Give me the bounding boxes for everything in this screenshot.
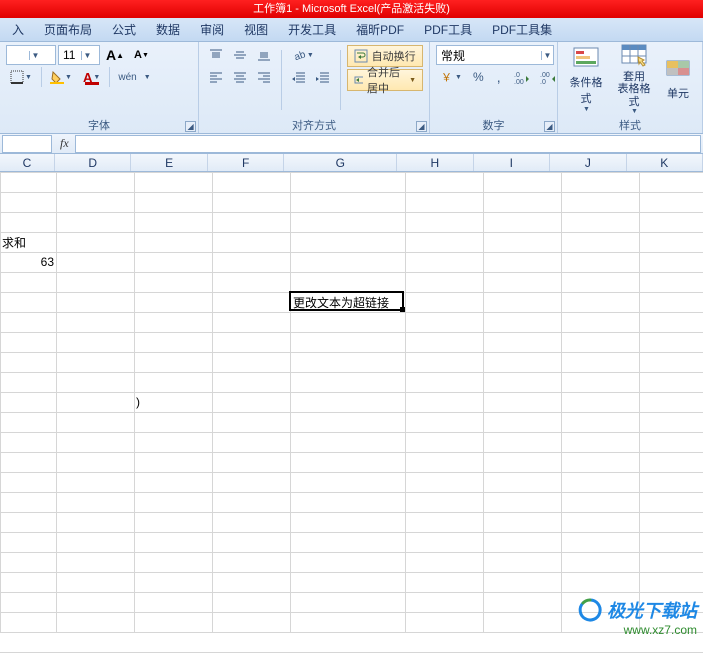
conditional-formatting-button[interactable]: 条件格式▼ <box>564 45 608 111</box>
svg-text:.0: .0 <box>540 79 546 84</box>
tab-foxit-pdf[interactable]: 福昕PDF <box>346 21 414 38</box>
format-as-table-button[interactable]: 套用 表格格式▼ <box>612 45 656 111</box>
swirl-icon <box>577 597 603 623</box>
align-right-icon[interactable] <box>253 67 275 87</box>
percent-icon[interactable]: % <box>469 67 488 87</box>
number-format-combo[interactable]: 常规▼ <box>436 45 554 65</box>
ribbon-tabs: 入 页面布局 公式 数据 审阅 视图 开发工具 福昕PDF PDF工具 PDF工… <box>0 18 703 42</box>
group-number: 常规▼ ￥▼ % , .0.00 .00.0 数字◢ <box>430 42 558 133</box>
cell-C4[interactable]: 求和 <box>0 232 56 252</box>
column-header-G[interactable]: G <box>284 154 397 171</box>
increase-decimal-icon[interactable]: .0.00 <box>510 67 534 87</box>
accounting-format-icon[interactable]: ￥▼ <box>436 67 467 87</box>
group-alignment: ab▼ 自动换行 合并后居中▼ 对齐方式◢ <box>199 42 430 133</box>
cell-styles-button[interactable]: 单元 <box>660 45 696 111</box>
font-size-combo[interactable]: 11▼ <box>58 45 100 65</box>
ribbon: ▼ 11▼ A▲ A▼ ▼ ▼ A ▼ wén ▼ <box>0 42 703 134</box>
column-header-H[interactable]: H <box>397 154 473 171</box>
grid-body[interactable]: 求和63) 更改文本为超链接 <box>0 172 703 632</box>
column-header-K[interactable]: K <box>627 154 703 171</box>
cell-C5[interactable]: 63 <box>0 252 56 272</box>
align-top-icon[interactable] <box>205 45 227 65</box>
font-color-button[interactable]: A ▼ <box>79 67 105 87</box>
tab-pdf-tools[interactable]: PDF工具 <box>414 21 482 38</box>
conditional-formatting-icon <box>572 44 600 72</box>
wrap-text-icon <box>354 49 368 63</box>
decrease-indent-icon[interactable] <box>288 67 310 87</box>
group-font: ▼ 11▼ A▲ A▼ ▼ ▼ A ▼ wén ▼ <box>0 42 199 133</box>
column-headers: CDEFGHIJK <box>0 154 703 172</box>
tab-insert[interactable]: 入 <box>2 21 34 38</box>
number-launcher-icon[interactable]: ◢ <box>544 121 555 132</box>
tab-data[interactable]: 数据 <box>146 21 190 38</box>
svg-text:￥: ￥ <box>441 72 452 84</box>
tab-pdf-toolset[interactable]: PDF工具集 <box>482 21 562 38</box>
svg-text:ab: ab <box>293 49 306 62</box>
group-number-label: 数字 <box>483 120 505 132</box>
formula-bar[interactable] <box>75 135 701 153</box>
worksheet: CDEFGHIJK 求和63) 更改文本为超链接 <box>0 154 703 632</box>
tab-review[interactable]: 审阅 <box>190 21 234 38</box>
border-button[interactable]: ▼ <box>6 67 37 87</box>
phonetic-dropdown-icon[interactable]: ▼ <box>144 74 152 81</box>
align-bottom-icon[interactable] <box>253 45 275 65</box>
increase-font-icon[interactable]: A▲ <box>102 45 128 65</box>
increase-indent-icon[interactable] <box>312 67 334 87</box>
cell-E12[interactable]: ) <box>134 392 212 412</box>
tab-formulas[interactable]: 公式 <box>102 21 146 38</box>
align-middle-icon[interactable] <box>229 45 251 65</box>
align-left-icon[interactable] <box>205 67 227 87</box>
orientation-icon[interactable]: ab▼ <box>288 45 319 65</box>
selected-cell[interactable]: 更改文本为超链接 <box>289 291 404 311</box>
name-box[interactable] <box>2 135 52 153</box>
watermark: 极光下载站 www.xz7.com <box>577 597 697 637</box>
format-as-table-icon <box>620 41 648 69</box>
column-header-E[interactable]: E <box>131 154 207 171</box>
svg-text:.00: .00 <box>540 72 550 79</box>
tab-developer[interactable]: 开发工具 <box>278 21 346 38</box>
merge-center-button[interactable]: 合并后居中▼ <box>347 69 423 91</box>
group-alignment-label: 对齐方式 <box>292 120 336 132</box>
decrease-decimal-icon[interactable]: .00.0 <box>536 67 560 87</box>
formula-bar-row: fx <box>0 134 703 154</box>
merge-center-icon <box>354 73 363 87</box>
tab-view[interactable]: 视图 <box>234 21 278 38</box>
cell-styles-icon <box>664 55 692 83</box>
alignment-launcher-icon[interactable]: ◢ <box>416 121 427 132</box>
svg-text:.00: .00 <box>514 79 524 84</box>
align-center-icon[interactable] <box>229 67 251 87</box>
font-launcher-icon[interactable]: ◢ <box>185 121 196 132</box>
group-styles-label: 样式 <box>619 120 641 132</box>
column-header-C[interactable]: C <box>0 154 55 171</box>
column-header-D[interactable]: D <box>55 154 131 171</box>
column-header-F[interactable]: F <box>208 154 284 171</box>
tab-page-layout[interactable]: 页面布局 <box>34 21 102 38</box>
comma-icon[interactable]: , <box>490 67 508 87</box>
fill-color-button[interactable]: ▼ <box>46 67 77 87</box>
svg-text:.0: .0 <box>514 72 520 79</box>
group-font-label: 字体 <box>88 120 110 132</box>
fx-icon[interactable]: fx <box>54 136 75 151</box>
column-header-J[interactable]: J <box>550 154 626 171</box>
group-styles: 条件格式▼ 套用 表格格式▼ 单元 样式 <box>558 42 703 133</box>
column-header-I[interactable]: I <box>474 154 550 171</box>
decrease-font-icon[interactable]: A▼ <box>130 45 153 65</box>
title-bar: 工作簿1 - Microsoft Excel(产品激活失败) <box>0 0 703 18</box>
phonetic-button[interactable]: wén <box>114 67 140 87</box>
font-name-combo[interactable]: ▼ <box>6 45 56 65</box>
cell-G7[interactable]: 更改文本为超链接 <box>293 294 389 311</box>
